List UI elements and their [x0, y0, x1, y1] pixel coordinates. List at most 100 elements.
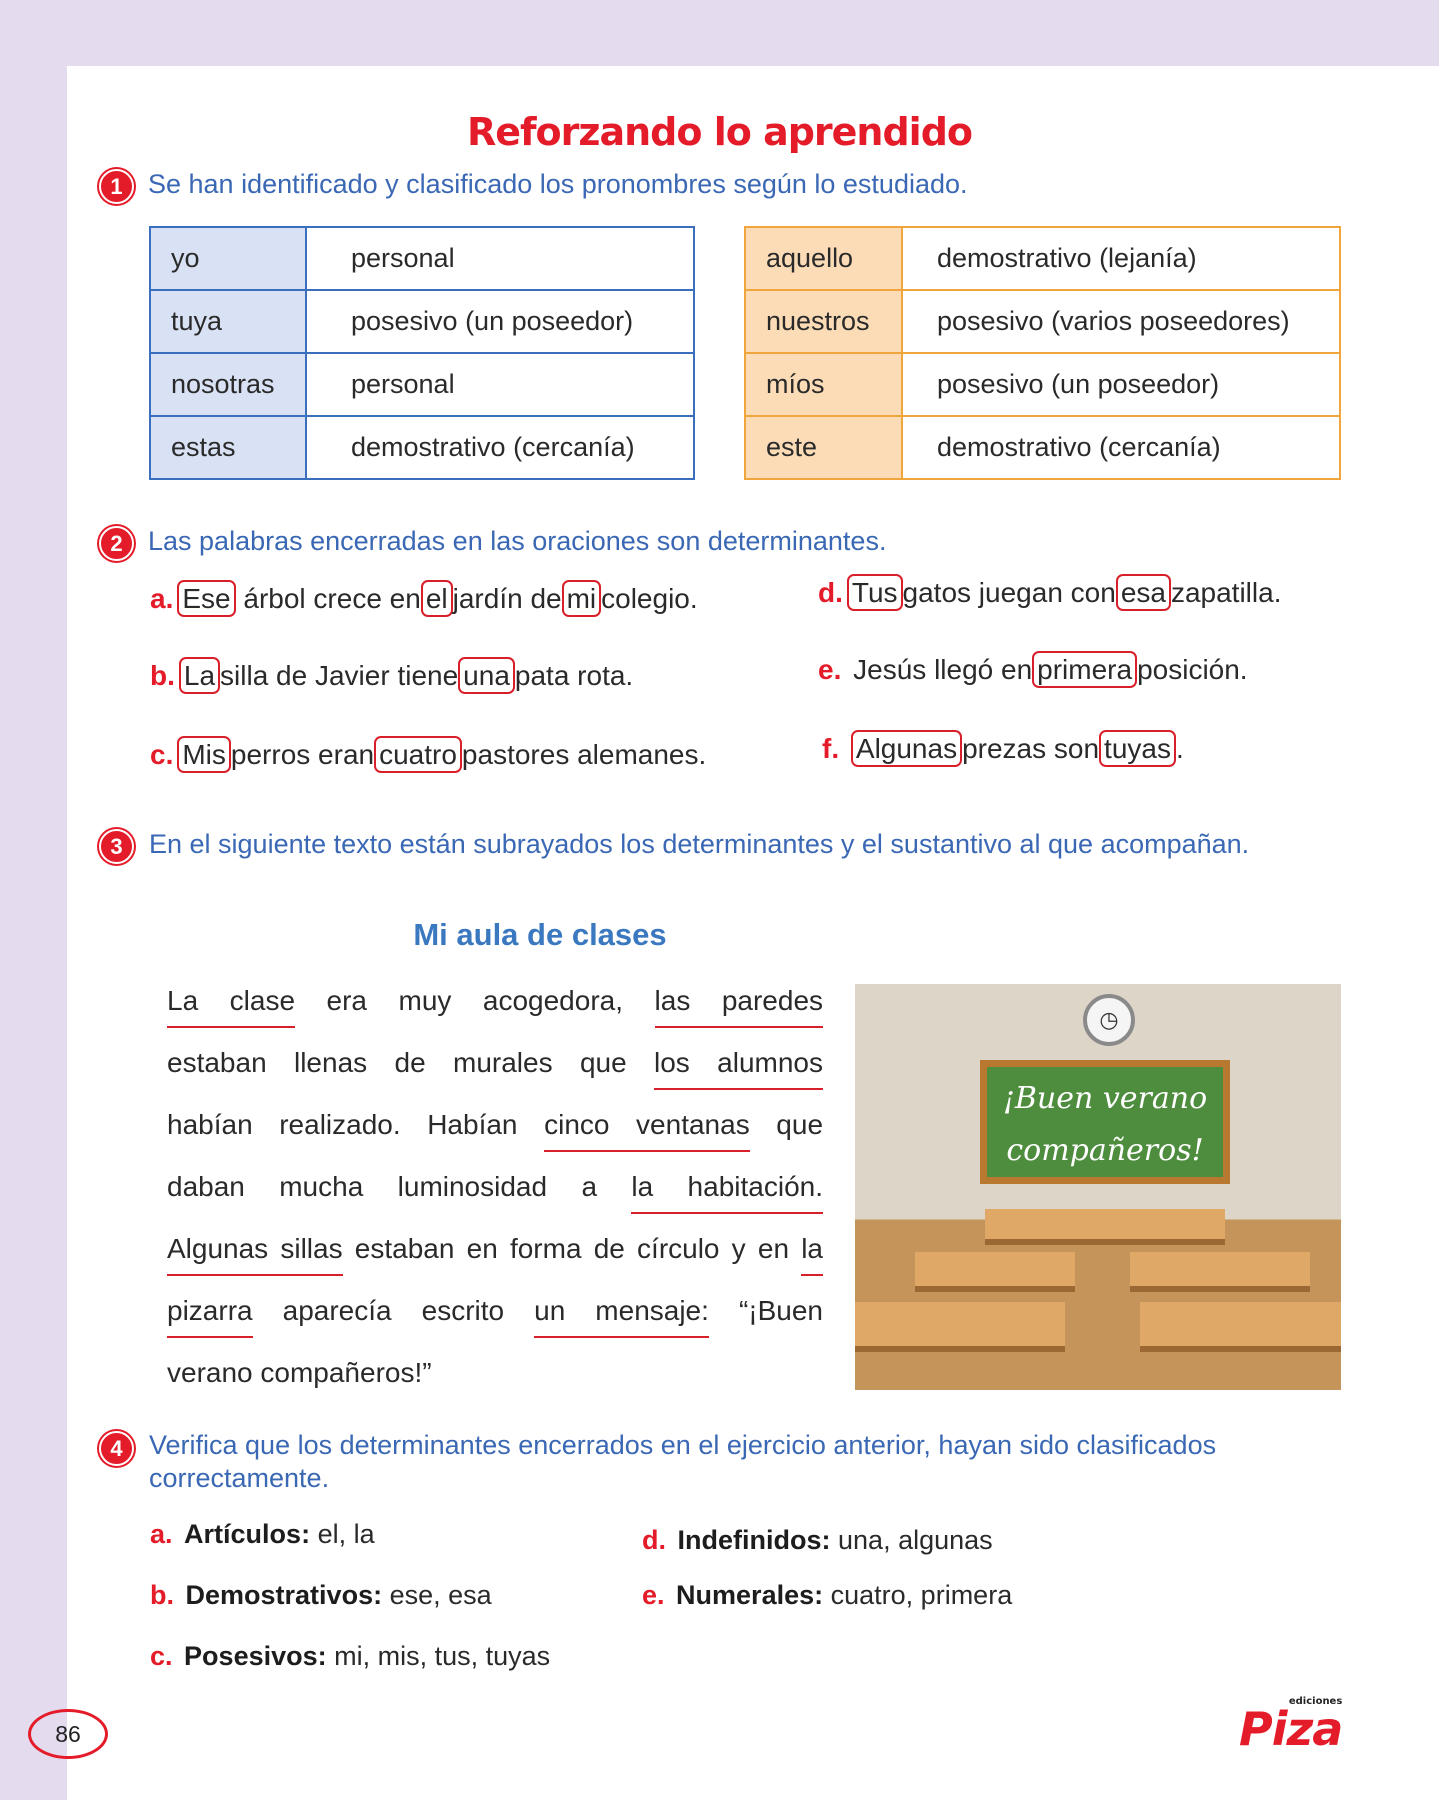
table-row: nosotras personal — [149, 352, 695, 417]
item-label: a. — [150, 1519, 173, 1549]
table-cell-type: posesivo (un poseedor) — [305, 289, 695, 354]
table-row: yo personal — [149, 226, 695, 291]
table-row: nuestros posesivo (varios poseedores) — [744, 289, 1341, 354]
item-label: f. — [822, 733, 840, 764]
pronoun-table-left: yo personal tuya posesivo (un poseedor) no… — [149, 226, 695, 480]
sentence-text: jardín de — [452, 583, 562, 614]
clock-icon: ◷ — [1083, 994, 1135, 1046]
desk — [985, 1209, 1225, 1245]
desk — [855, 1302, 1065, 1352]
sentence-c: c. Mis perros eran cuatro pastores alemanes. — [150, 736, 707, 773]
sentence-text: pata rota. — [514, 660, 634, 691]
desk — [915, 1252, 1075, 1292]
determiner-box: una — [458, 657, 515, 694]
exercise-2-instruction: Las palabras encerradas en las oraciones… — [148, 526, 887, 556]
table-cell-word: míos — [744, 352, 903, 417]
determiner-box: primera — [1032, 651, 1138, 688]
text-line: pizarra aparecía escrito un mensaje: “¡B… — [167, 1280, 823, 1342]
determiner-box: Algunas — [850, 730, 963, 767]
sentence-text: posición. — [1137, 654, 1248, 685]
text-segment: verano compañeros!” — [167, 1357, 432, 1388]
answer-c: c. Posesivos: mi, mis, tus, tuyas — [150, 1641, 550, 1672]
category-label: Posesivos: — [184, 1641, 327, 1671]
underlined-phrase: un mensaje: — [534, 1295, 709, 1338]
table-cell-word: nosotras — [149, 352, 307, 417]
determiner-box: el — [420, 580, 453, 617]
table-cell-type: personal — [305, 226, 695, 291]
exercise-3-number: 3 — [99, 829, 134, 864]
sentence-text: zapatilla. — [1170, 577, 1282, 608]
item-label: c. — [150, 1641, 173, 1671]
determiner-box: mi — [561, 580, 602, 617]
table-cell-word: estas — [149, 415, 307, 480]
sentence-text: prezas son — [962, 733, 1100, 764]
text-line: Algunas sillas estaban en forma de círcu… — [167, 1218, 823, 1280]
reading-title: Mi aula de clases — [413, 917, 667, 952]
underlined-phrase: la — [801, 1233, 823, 1276]
table-cell-type: demostrativo (cercanía) — [305, 415, 695, 480]
item-label: d. — [642, 1525, 666, 1555]
sentence-d: d. Tus gatos juegan con esa zapatilla. — [818, 574, 1282, 611]
item-label: d. — [818, 577, 843, 608]
text-segment: aparecía escrito — [282, 1295, 505, 1326]
text-segment: que — [776, 1109, 824, 1140]
text-segment: estaban en forma de círculo y en — [354, 1233, 790, 1264]
category-label: Indefinidos: — [677, 1525, 831, 1555]
table-cell-type: demostrativo (cercanía) — [901, 415, 1341, 480]
text-line: La clase era muy acogedora, las paredes — [167, 970, 824, 1032]
sentence-text: Jesús llegó en — [853, 654, 1033, 685]
category-values: mi, mis, tus, tuyas — [334, 1641, 551, 1671]
table-row: tuya posesivo (un poseedor) — [149, 289, 695, 354]
underlined-phrase: La clase — [167, 985, 296, 1028]
underlined-phrase: los alumnos — [654, 1047, 823, 1090]
sentence-text: . — [1175, 733, 1184, 764]
underlined-phrase: las paredes — [654, 985, 824, 1028]
table-cell-word: yo — [149, 226, 307, 291]
answer-d: d. Indefinidos: una, algunas — [642, 1525, 993, 1556]
sentence-text: silla de Javier tiene — [220, 660, 459, 691]
table-cell-type: posesivo (un poseedor) — [901, 352, 1341, 417]
table-cell-type: demostrativo (lejanía) — [901, 226, 1341, 291]
answer-e: e. Numerales: cuatro, primera — [642, 1580, 1012, 1611]
determiner-box: tuyas — [1099, 730, 1176, 767]
exercise-2-number: 2 — [99, 526, 134, 561]
text-segment: era muy acogedora, — [326, 985, 624, 1016]
category-values: el, la — [317, 1519, 375, 1549]
table-cell-type: posesivo (varios poseedores) — [901, 289, 1341, 354]
sentence-e: e. Jesús llegó en primera posición. — [818, 651, 1248, 688]
item-label: a. — [150, 583, 174, 614]
underlined-phrase: pizarra — [167, 1295, 253, 1338]
answer-a: a. Artículos: el, la — [150, 1519, 375, 1550]
determiner-box: cuatro — [374, 736, 462, 773]
table-row: este demostrativo (cercanía) — [744, 415, 1341, 480]
text-segment: habían realizado. Habían — [167, 1109, 518, 1140]
determiner-box: esa — [1115, 574, 1171, 611]
page-number: 86 — [28, 1709, 108, 1759]
item-label: c. — [150, 739, 174, 770]
text-segment: daban mucha luminosidad a — [167, 1171, 598, 1202]
table-cell-word: tuya — [149, 289, 307, 354]
reading-text: La clase era muy acogedora, las paredes … — [167, 970, 824, 1404]
logo-small-text: ediciones — [1288, 1696, 1343, 1707]
table-cell-type: personal — [305, 352, 695, 417]
category-label: Demostrativos: — [185, 1580, 383, 1610]
text-line: estaban llenas de murales que los alumno… — [167, 1032, 823, 1094]
category-values: ese, esa — [389, 1580, 492, 1610]
exercise-3-instruction: En el siguiente texto están subrayados l… — [149, 829, 1250, 859]
answer-b: b. Demostrativos: ese, esa — [150, 1580, 492, 1611]
table-row: estas demostrativo (cercanía) — [149, 415, 695, 480]
sentence-text: colegio. — [601, 583, 698, 614]
exercise-1-number: 1 — [99, 169, 134, 204]
board-text-line: ¡Buen verano — [1002, 1081, 1208, 1116]
publisher-logo: ediciones Piza — [1239, 1696, 1343, 1756]
determiner-box: Tus — [846, 574, 903, 611]
sentence-text: perros eran — [230, 739, 375, 770]
underlined-phrase: Algunas sillas — [167, 1233, 343, 1276]
sentence-a: a. Ese árbol crece en el jardín de mi colegio… — [150, 580, 698, 617]
table-cell-word: aquello — [744, 226, 903, 291]
chalkboard: ¡Buen verano compañeros! — [980, 1060, 1230, 1184]
logo-text: Piza — [1239, 1702, 1343, 1756]
sentence-text: pastores alemanes. — [461, 739, 707, 770]
classroom-image: ◷ ¡Buen verano compañeros! — [855, 984, 1341, 1390]
table-row: aquello demostrativo (lejanía) — [744, 226, 1341, 291]
